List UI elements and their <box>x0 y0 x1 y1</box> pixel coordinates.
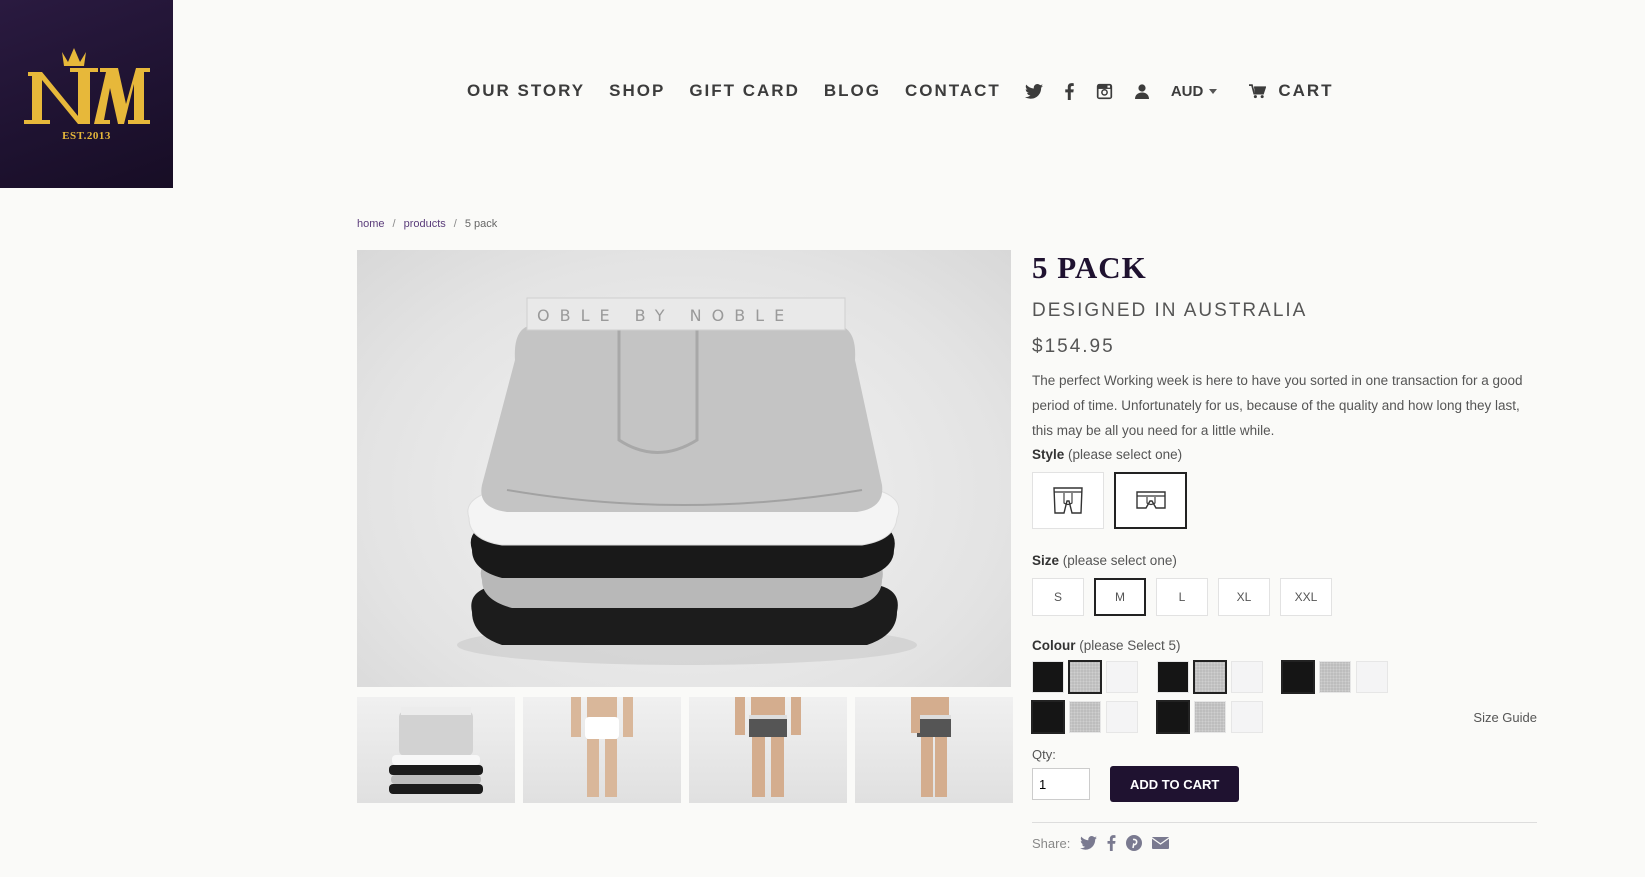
size-option-label: Size (please select one) <box>1032 553 1537 568</box>
add-to-cart-button[interactable]: ADD TO CART <box>1110 766 1240 802</box>
brand-est-text: EST.2013 <box>62 130 111 142</box>
size-hint: (please select one) <box>1059 553 1177 568</box>
colour-swatch-row <box>1031 700 1537 734</box>
twitter-icon[interactable] <box>1080 836 1098 850</box>
swatch-group-gap <box>1143 661 1157 693</box>
currency-label: AUD <box>1170 82 1204 100</box>
colour-swatch-grey[interactable] <box>1194 701 1226 733</box>
size-selector: S M L XL XXL <box>1032 578 1537 616</box>
colour-swatch-grey[interactable] <box>1068 660 1102 694</box>
colour-swatch-black[interactable] <box>1157 661 1189 693</box>
colour-swatch-white[interactable] <box>1106 701 1138 733</box>
cart-link[interactable]: CART <box>1249 81 1333 101</box>
swatch-group-gap <box>1268 661 1282 693</box>
user-icon[interactable] <box>1134 83 1149 99</box>
size-xl-button[interactable]: XL <box>1218 578 1270 616</box>
thumbnail-stack[interactable] <box>357 697 515 803</box>
twitter-icon[interactable] <box>1024 83 1043 99</box>
breadcrumb: home / products / 5 pack <box>357 218 497 230</box>
colour-swatch-black[interactable] <box>1031 700 1065 734</box>
size-l-button[interactable]: L <box>1156 578 1208 616</box>
style-option-label: Style (please select one) <box>1032 447 1537 462</box>
breadcrumb-home[interactable]: home <box>357 218 385 230</box>
swatch-group-gap <box>1143 701 1157 733</box>
nav-blog[interactable]: BLOG <box>824 81 881 101</box>
pinterest-icon[interactable] <box>1126 835 1143 851</box>
style-label: Style <box>1032 447 1065 462</box>
colour-swatch-grey[interactable] <box>1069 701 1101 733</box>
quantity-row: Qty: ADD TO CART <box>1032 747 1537 802</box>
colour-selector <box>1031 660 1537 734</box>
facebook-icon[interactable] <box>1107 835 1116 851</box>
product-main-image[interactable]: OBLE BY NOBLE <box>357 250 1011 687</box>
facebook-icon[interactable] <box>1065 82 1074 100</box>
size-xxl-button[interactable]: XXL <box>1280 578 1332 616</box>
nav-contact[interactable]: CONTACT <box>905 81 1001 101</box>
nav-shop[interactable]: SHOP <box>609 81 665 101</box>
nav-gift-card[interactable]: GIFT CARD <box>689 81 800 101</box>
colour-hint: (please Select 5) <box>1075 638 1181 653</box>
breadcrumb-separator: / <box>392 218 396 230</box>
divider <box>1032 822 1537 823</box>
chevron-down-icon <box>1209 88 1218 94</box>
colour-swatch-white[interactable] <box>1231 661 1263 693</box>
short-trunk-icon <box>1135 490 1166 509</box>
thumbnail-grey-front[interactable] <box>689 697 847 803</box>
instagram-icon[interactable] <box>1096 83 1113 100</box>
email-icon[interactable] <box>1152 837 1170 849</box>
size-label: Size <box>1032 553 1060 568</box>
colour-swatch-white[interactable] <box>1106 661 1138 693</box>
thumbnail-grey-side[interactable] <box>855 697 1013 803</box>
cart-icon <box>1249 83 1267 98</box>
breadcrumb-separator: / <box>453 218 457 230</box>
currency-selector[interactable]: AUD <box>1171 83 1218 100</box>
cart-label: CART <box>1278 81 1334 100</box>
product-description: The perfect Working week is here to have… <box>1032 373 1523 438</box>
product-info: 5 PACK DESIGNED IN AUSTRALIA $154.95 The… <box>1031 250 1537 851</box>
waistband-text: OBLE BY NOBLE <box>537 306 794 325</box>
size-guide-link[interactable]: Size Guide <box>1473 710 1537 725</box>
colour-label: Colour <box>1032 638 1076 653</box>
colour-swatch-black[interactable] <box>1156 700 1190 734</box>
crown-monogram-icon <box>24 48 150 124</box>
colour-swatch-grey[interactable] <box>1319 661 1351 693</box>
colour-swatch-black[interactable] <box>1281 660 1315 694</box>
product-subtitle: DESIGNED IN AUSTRALIA <box>1032 300 1308 321</box>
style-option-long-leg[interactable] <box>1032 472 1104 529</box>
qty-input[interactable] <box>1032 768 1090 800</box>
breadcrumb-current: 5 pack <box>464 218 498 230</box>
colour-swatch-row <box>1032 660 1537 694</box>
share-row: Share: <box>1032 835 1537 851</box>
nav-our-story[interactable]: OUR STORY <box>467 81 585 101</box>
product-title: 5 PACK <box>1032 250 1147 285</box>
style-option-short-trunk[interactable] <box>1114 472 1187 529</box>
colour-swatch-grey[interactable] <box>1193 660 1227 694</box>
long-leg-trunk-icon <box>1053 486 1083 514</box>
qty-label: Qty: <box>1032 747 1056 762</box>
colour-swatch-black[interactable] <box>1032 661 1064 693</box>
product-price: $154.95 <box>1032 336 1115 357</box>
main-navigation: OUR STORY SHOP GIFT CARD BLOG CONTACT AU… <box>467 78 1334 104</box>
colour-swatch-white[interactable] <box>1231 701 1263 733</box>
size-s-button[interactable]: S <box>1032 578 1084 616</box>
colour-swatch-white[interactable] <box>1356 661 1388 693</box>
breadcrumb-products[interactable]: products <box>404 218 446 230</box>
size-m-button[interactable]: M <box>1094 578 1146 616</box>
colour-option-label: Colour (please Select 5) <box>1032 638 1537 653</box>
brand-logo[interactable]: EST.2013 <box>0 0 173 188</box>
style-selector <box>1032 472 1537 529</box>
thumbnail-white-back[interactable] <box>523 697 681 803</box>
thumbnail-gallery <box>357 697 1013 803</box>
share-label: Share: <box>1032 835 1071 851</box>
style-hint: (please select one) <box>1064 447 1183 462</box>
